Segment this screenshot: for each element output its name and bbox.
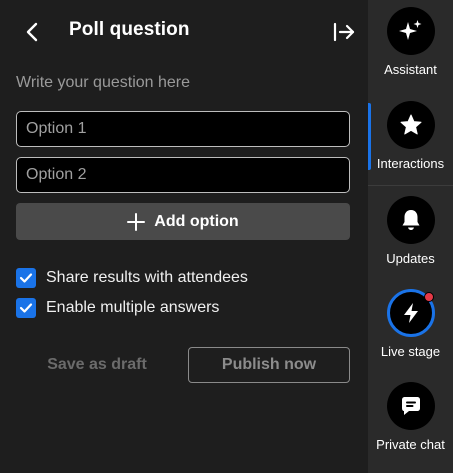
checkmark-icon	[19, 273, 33, 283]
multiple-answers-checkbox[interactable]	[16, 298, 36, 318]
lightning-icon	[403, 303, 418, 323]
option-1-input[interactable]	[16, 111, 350, 147]
publish-button[interactable]: Publish now	[188, 347, 350, 383]
bell-icon	[402, 210, 419, 230]
sidebar-item-private-chat[interactable]: Private chat	[368, 382, 453, 452]
sidebar-item-label: Assistant	[384, 62, 437, 77]
option-2-input[interactable]	[16, 157, 350, 193]
sparkles-icon	[398, 20, 421, 40]
right-sidebar: Assistant Interactions Updates Live stag…	[368, 0, 453, 473]
interactions-icon-circle	[386, 101, 435, 149]
sidebar-divider	[368, 185, 453, 186]
sidebar-item-assistant[interactable]: Assistant	[368, 7, 453, 77]
sidebar-item-label: Private chat	[376, 437, 445, 452]
live-stage-icon-circle	[386, 289, 435, 337]
multiple-answers-label: Enable multiple answers	[46, 299, 220, 316]
share-results-checkbox-row[interactable]: Share results with attendees	[16, 267, 248, 289]
collapse-panel-button[interactable]	[331, 19, 357, 45]
sidebar-item-live-stage[interactable]: Live stage	[368, 289, 453, 359]
assistant-icon-circle	[386, 7, 435, 55]
private-chat-icon-circle	[386, 382, 435, 430]
question-input[interactable]	[16, 70, 350, 96]
sidebar-item-updates[interactable]: Updates	[368, 196, 453, 266]
sidebar-item-label: Updates	[386, 251, 435, 266]
sidebar-item-interactions[interactable]: Interactions	[368, 101, 453, 171]
back-button[interactable]	[20, 18, 44, 46]
sidebar-item-label: Live stage	[380, 344, 441, 359]
add-option-button[interactable]: Add option	[16, 203, 350, 240]
add-option-label: Add option	[154, 212, 239, 230]
notification-dot	[423, 292, 434, 302]
chat-icon	[401, 397, 420, 415]
checkmark-icon	[19, 303, 33, 313]
page-title: Poll question	[69, 19, 190, 40]
updates-icon-circle	[386, 196, 435, 244]
panel-header: Poll question	[0, 0, 368, 64]
arrow-right-to-line-icon	[333, 22, 355, 42]
sidebar-item-label: Interactions	[376, 156, 445, 171]
share-results-checkbox[interactable]	[16, 268, 36, 288]
multiple-answers-checkbox-row[interactable]: Enable multiple answers	[16, 297, 219, 319]
star-icon	[400, 114, 421, 135]
share-results-label: Share results with attendees	[46, 269, 248, 286]
poll-panel: Poll question Add option Share results w…	[0, 0, 368, 473]
save-draft-button[interactable]: Save as draft	[30, 347, 164, 383]
chevron-left-icon	[26, 22, 38, 42]
plus-icon	[127, 212, 146, 231]
